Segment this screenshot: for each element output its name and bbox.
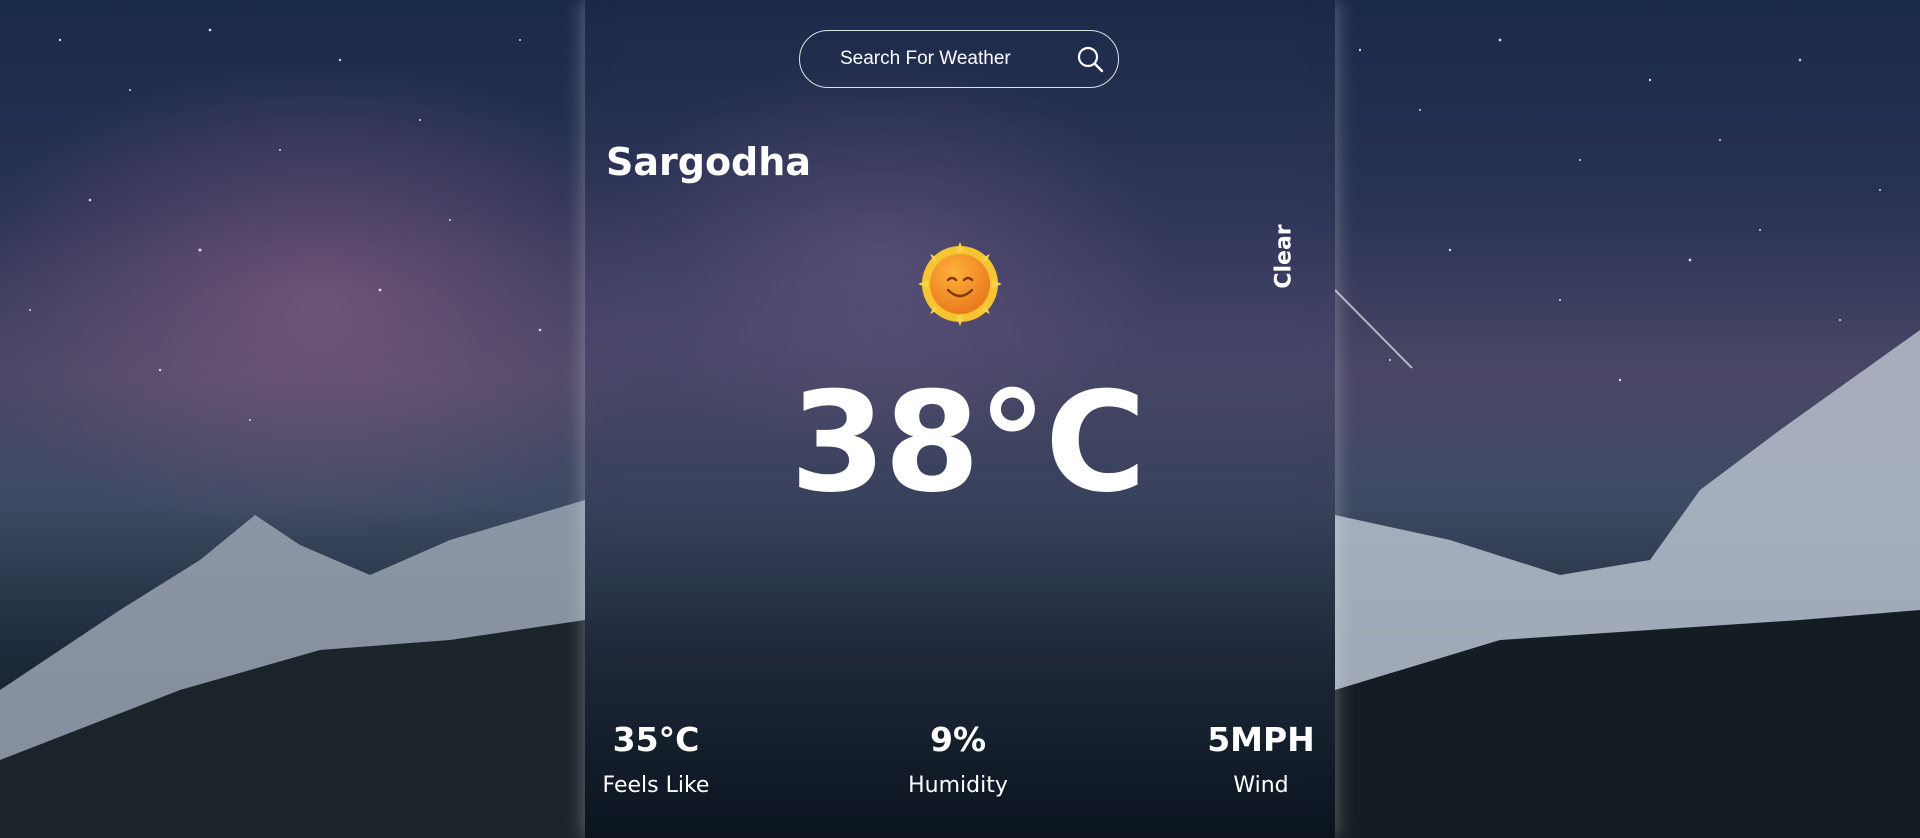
stat-value: 9% [929,720,987,759]
weather-condition: Clear [1271,224,1297,289]
stat-feels-like: 35°C Feels Like [576,720,736,798]
search-icon[interactable] [1076,45,1106,75]
search-input[interactable] [838,47,1072,71]
stat-value: 5MPH [1207,720,1315,759]
stat-value: 35°C [612,720,700,759]
sun-smiling-icon [918,242,1002,326]
city-name: Sargodha [606,140,811,184]
stat-label: Humidity [908,773,1008,798]
stat-label: Wind [1233,773,1289,798]
temperature: 38°C [790,362,1146,523]
stat-wind: 5MPH Wind [1181,720,1341,798]
search-bar [799,30,1119,88]
stat-label: Feels Like [602,773,710,798]
stat-humidity: 9% Humidity [878,720,1038,798]
